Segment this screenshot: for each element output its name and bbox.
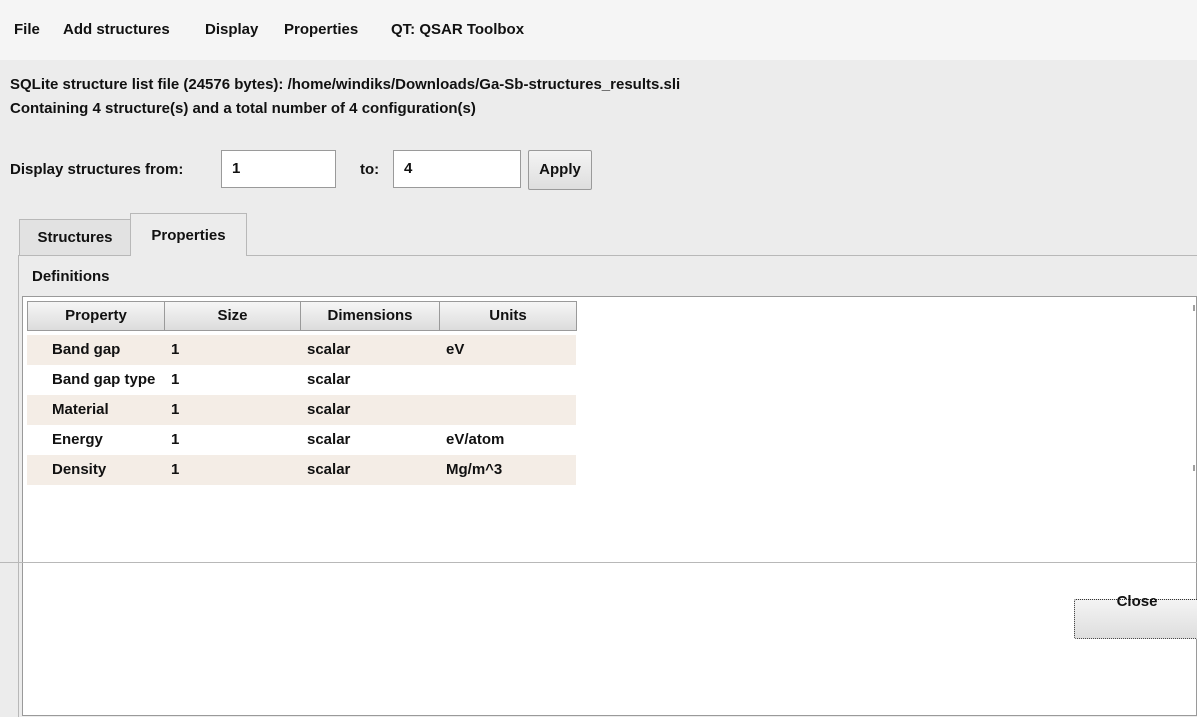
menu-add-structures[interactable]: Add structures — [63, 21, 170, 38]
table-row[interactable]: Density 1 scalar Mg/m^3 — [27, 455, 576, 485]
cell-units — [446, 365, 571, 395]
menu-file[interactable]: File — [14, 21, 40, 38]
cell-dimensions: scalar — [307, 371, 351, 388]
table-row[interactable]: Band gap type 1 scalar — [27, 365, 576, 395]
file-info-text: SQLite structure list file (24576 bytes)… — [10, 76, 681, 93]
cell-property: Material — [52, 401, 109, 418]
cell-property: Density — [52, 461, 107, 478]
cell-property: Band gap — [52, 341, 121, 358]
menu-bar: File Add structures Display Properties Q… — [0, 0, 1197, 60]
cell-units: eV/atom — [446, 431, 505, 448]
from-label: Display structures from: — [10, 161, 184, 178]
cell-dimensions: scalar — [307, 401, 351, 418]
cell-property: Energy — [52, 431, 103, 448]
column-header-dimensions[interactable]: Dimensions — [300, 301, 440, 331]
apply-button[interactable]: Apply — [528, 150, 592, 190]
menu-display[interactable]: Display — [205, 21, 258, 38]
definitions-table: Property Size Dimensions Units Band gap … — [22, 296, 1197, 716]
cell-size: 1 — [171, 431, 180, 448]
table-row[interactable]: Energy 1 scalar eV/atom — [27, 425, 576, 455]
close-button-label: Close — [1116, 593, 1158, 610]
cell-units — [446, 395, 571, 425]
cell-size: 1 — [171, 341, 180, 358]
column-header-units[interactable]: Units — [439, 301, 577, 331]
cell-dimensions: scalar — [307, 461, 351, 478]
structure-count-text: Containing 4 structure(s) and a total nu… — [10, 100, 476, 117]
to-field[interactable]: 4 — [393, 150, 521, 188]
column-header-property[interactable]: Property — [27, 301, 165, 331]
cell-property: Band gap type — [52, 371, 156, 388]
cell-size: 1 — [171, 401, 180, 418]
definitions-heading: Definitions — [32, 268, 110, 285]
footer-divider — [0, 562, 1197, 563]
table-row[interactable]: Material 1 scalar — [27, 395, 576, 425]
cell-units: eV — [446, 341, 465, 358]
tab-properties[interactable]: Properties — [130, 213, 247, 256]
cell-units: Mg/m^3 — [446, 461, 503, 478]
from-field[interactable]: 1 — [221, 150, 336, 188]
menu-qsar-toolbox[interactable]: QT: QSAR Toolbox — [391, 21, 524, 38]
scrollbar-marker[interactable] — [1193, 305, 1195, 311]
close-button[interactable]: Close — [1074, 593, 1197, 639]
cell-size: 1 — [171, 371, 180, 388]
menu-properties[interactable]: Properties — [284, 21, 358, 38]
cell-size: 1 — [171, 461, 180, 478]
table-row[interactable]: Band gap 1 scalar eV — [27, 335, 576, 365]
to-label: to: — [360, 161, 380, 178]
column-header-size[interactable]: Size — [164, 301, 301, 331]
scrollbar-marker[interactable] — [1193, 465, 1195, 471]
cell-dimensions: scalar — [307, 431, 351, 448]
cell-dimensions: scalar — [307, 341, 351, 358]
tab-structures[interactable]: Structures — [19, 219, 131, 255]
